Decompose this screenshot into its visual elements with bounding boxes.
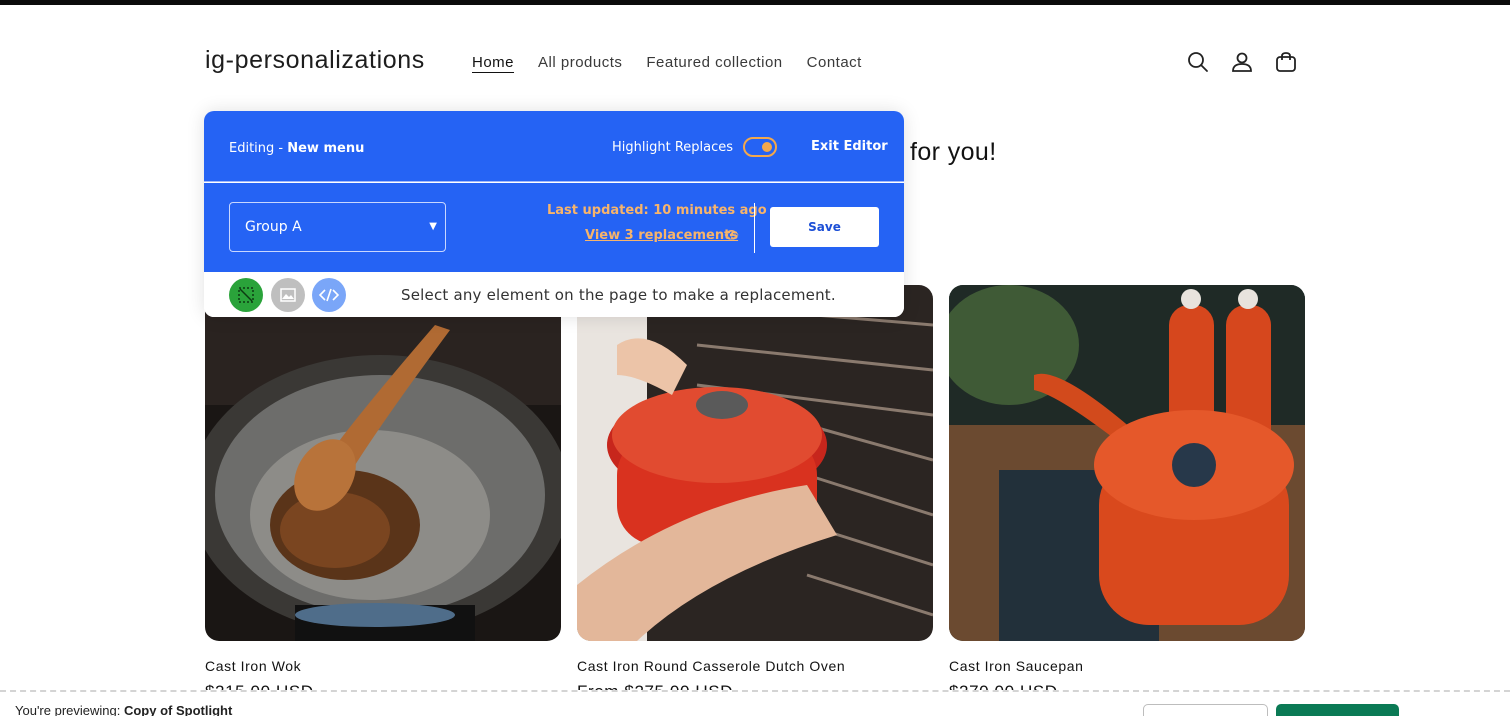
- nav-home[interactable]: Home: [472, 54, 514, 71]
- preview-prefix: You're previewing:: [15, 703, 124, 716]
- highlight-label: Highlight Replaces: [612, 140, 734, 155]
- code-icon[interactable]: [312, 278, 346, 312]
- editor-hint: Select any element on the page to make a…: [401, 286, 836, 304]
- eye-icon[interactable]: 👁: [724, 228, 739, 242]
- last-updated-text: Last updated: 10 minutes ago: [547, 203, 767, 218]
- product-title[interactable]: Cast Iron Round Casserole Dutch Oven: [577, 658, 933, 674]
- view-replacements-link[interactable]: View 3 replacements: [585, 228, 738, 243]
- image-icon[interactable]: [271, 278, 305, 312]
- preview-theme-name: Copy of Spotlight: [123, 703, 233, 716]
- theme-preview-bar: You're previewing: Copy of Spotlight: [0, 690, 1510, 716]
- editor-header: Editing - New menu Highlight Replaces Ex…: [204, 111, 904, 182]
- save-button[interactable]: Save: [770, 207, 879, 247]
- personalization-editor: Editing - New menu Highlight Replaces Ex…: [204, 111, 904, 317]
- editor-controls: Group A ▼ Last updated: 10 minutes ago V…: [204, 183, 904, 272]
- group-select-value: Group A: [245, 219, 302, 235]
- nav-all-products[interactable]: All products: [538, 54, 622, 71]
- search-icon[interactable]: [1186, 50, 1210, 74]
- toggle-knob: [762, 142, 772, 152]
- editor-title: Editing - New menu: [229, 141, 364, 156]
- store-logo[interactable]: ig-personalizations: [205, 46, 425, 75]
- preview-text: You're previewing: Copy of Spotlight: [15, 703, 232, 716]
- editor-toolbar: Select any element on the page to make a…: [204, 272, 904, 317]
- select-element-icon[interactable]: [229, 278, 263, 312]
- product-image-saucepan[interactable]: [949, 285, 1305, 641]
- product-title[interactable]: Cast Iron Saucepan: [949, 658, 1305, 674]
- product-card[interactable]: Cast Iron Wok $215.00 USD: [205, 285, 561, 702]
- group-select[interactable]: Group A ▼: [229, 202, 446, 252]
- cart-icon[interactable]: [1274, 50, 1298, 74]
- section-heading: for you!: [910, 138, 997, 166]
- preview-secondary-button[interactable]: [1143, 704, 1268, 716]
- editor-title-prefix: Editing -: [229, 141, 288, 156]
- highlight-toggle[interactable]: [743, 137, 777, 157]
- product-image-wok[interactable]: [205, 285, 561, 641]
- nav-featured-collection[interactable]: Featured collection: [646, 54, 782, 71]
- preview-primary-button[interactable]: [1276, 704, 1399, 716]
- divider: [754, 203, 755, 253]
- top-border: [0, 0, 1510, 5]
- product-card[interactable]: Cast Iron Round Casserole Dutch Oven Fro…: [577, 285, 933, 702]
- product-card[interactable]: Cast Iron Saucepan $270.00 USD: [949, 285, 1305, 702]
- chevron-down-icon: ▼: [429, 221, 437, 232]
- editor-menu-name: New menu: [287, 141, 365, 156]
- nav-contact[interactable]: Contact: [807, 54, 862, 71]
- account-icon[interactable]: [1230, 50, 1254, 74]
- exit-editor-button[interactable]: Exit Editor: [811, 139, 888, 154]
- header-icons: [1186, 50, 1298, 74]
- product-image-dutch-oven[interactable]: [577, 285, 933, 641]
- main-nav: Home All products Featured collection Co…: [472, 54, 862, 71]
- product-title[interactable]: Cast Iron Wok: [205, 658, 561, 674]
